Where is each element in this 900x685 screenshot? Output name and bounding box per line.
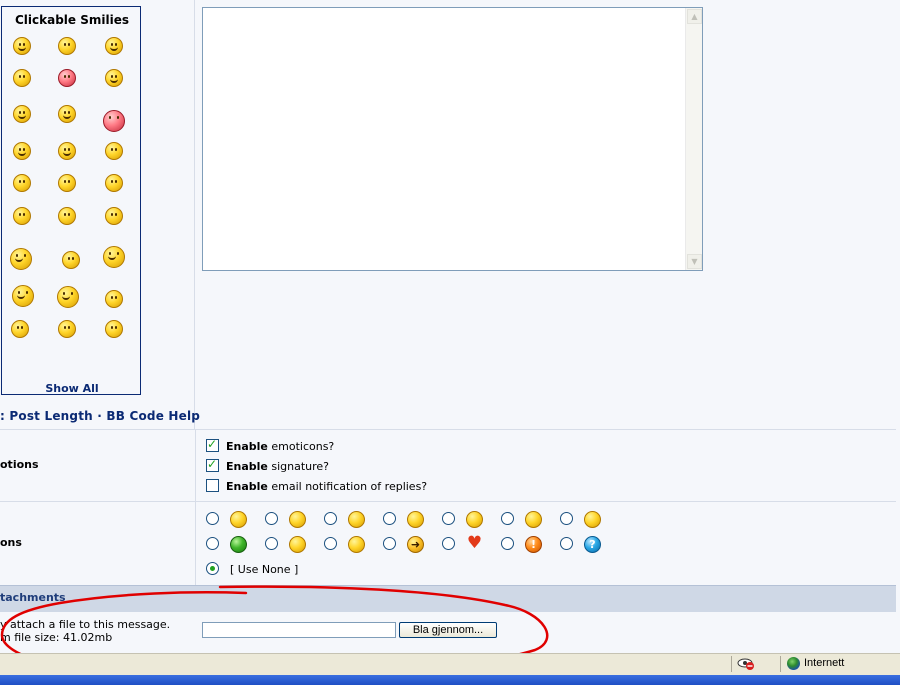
smiley-angel-icon[interactable]: [58, 207, 76, 225]
smiley-thinking-icon[interactable]: [105, 207, 123, 225]
smiley-tongue-icon[interactable]: [105, 37, 123, 55]
post-icon-radio[interactable]: [265, 512, 278, 525]
message-textarea[interactable]: ▲ ▼: [202, 7, 703, 271]
help-links[interactable]: : Post Length · BB Code Help: [0, 409, 200, 423]
smiley-smile-icon[interactable]: [13, 105, 31, 123]
enable-signature-label: Enable signature?: [226, 460, 330, 473]
smiley-cool-icon[interactable]: [13, 142, 31, 160]
smiley-mad-icon[interactable]: [13, 207, 31, 225]
smiley-happy-icon[interactable]: [58, 142, 76, 160]
smiley-worried-icon[interactable]: [13, 174, 31, 192]
smiley-shocked-icon[interactable]: [105, 174, 123, 192]
smiley-big-grin-icon[interactable]: [58, 105, 76, 123]
use-none-radio[interactable]: [206, 562, 219, 575]
smiley-love-icon[interactable]: [103, 110, 125, 132]
smiley-laugh-icon[interactable]: [12, 285, 34, 307]
cool-icon: [348, 536, 365, 553]
smiley-cheer-icon[interactable]: [103, 246, 125, 268]
enable-emoticons-checkbox[interactable]: [206, 437, 219, 452]
file-path-input[interactable]: [202, 622, 396, 638]
question-icon: ?: [584, 536, 601, 553]
smilies-title: Clickable Smilies: [14, 13, 129, 27]
post-icon-radio[interactable]: [560, 537, 573, 550]
security-zone-label: Internett: [804, 657, 845, 669]
wink-icon: [289, 511, 306, 528]
post-icon-radio[interactable]: [383, 537, 396, 550]
column-divider: [195, 430, 196, 585]
post-icon-radio[interactable]: [324, 512, 337, 525]
enable-emoticons-label: Enable emoticons?: [226, 440, 335, 453]
sick-icon: [230, 536, 247, 553]
scroll-down-arrow-icon[interactable]: ▼: [687, 254, 702, 269]
smiley-eek-icon[interactable]: [58, 174, 76, 192]
attachments-title: tachments: [0, 591, 66, 604]
smiley-surprised-icon[interactable]: [105, 320, 123, 338]
angry-icon: [584, 511, 601, 528]
smiley-silly-icon[interactable]: [57, 286, 79, 308]
smiley-sleepy-icon[interactable]: [105, 290, 123, 308]
internet-zone-globe-icon: [787, 657, 800, 670]
post-icons-label: ons: [0, 536, 22, 549]
surprised-icon: [466, 511, 483, 528]
warning-icon: !: [525, 536, 542, 553]
status-divider: [731, 656, 732, 672]
smiley-thumbs-up-icon[interactable]: [10, 248, 32, 270]
post-icon-radio[interactable]: [206, 537, 219, 550]
windows-taskbar: [0, 675, 900, 685]
smiley-unsure-icon[interactable]: [58, 320, 76, 338]
smilies-panel: Clickable Smilies Show All: [1, 6, 141, 395]
smile-icon: [230, 511, 247, 528]
privacy-eye-icon[interactable]: [737, 656, 755, 671]
smiley-wink-icon[interactable]: [105, 69, 123, 87]
options-label: otions: [0, 458, 39, 471]
enable-email-notification-label: Enable email notification of replies?: [226, 480, 428, 493]
smiley-confused-icon[interactable]: [105, 142, 123, 160]
post-icon-radio[interactable]: [442, 537, 455, 550]
smiley-grin-icon[interactable]: [13, 37, 31, 55]
sleepy-icon: [348, 511, 365, 528]
row-separator: [0, 501, 896, 502]
attach-note-line1: y attach a file to this message.: [0, 618, 171, 631]
attach-note-line2: m file size: 41.02mb: [0, 631, 113, 644]
enable-signature-checkbox[interactable]: [206, 457, 219, 472]
post-icon-radio[interactable]: [501, 537, 514, 550]
use-none-label: [ Use None ]: [230, 563, 299, 576]
post-icon-radio[interactable]: [383, 512, 396, 525]
smiley-blush-icon[interactable]: [58, 69, 76, 87]
scroll-up-arrow-icon[interactable]: ▲: [687, 9, 702, 24]
post-icon-radio[interactable]: [265, 537, 278, 550]
show-all-link[interactable]: Show All: [2, 382, 142, 395]
post-icon-radio[interactable]: [560, 512, 573, 525]
smiley-hmm-icon[interactable]: [11, 320, 29, 338]
arrow-right-icon: ➜: [407, 536, 424, 553]
browser-status-bar: [0, 653, 900, 675]
row-separator: [0, 429, 896, 430]
post-icon-radio[interactable]: [442, 512, 455, 525]
status-divider: [780, 656, 781, 672]
heart-icon: ♥: [466, 533, 483, 553]
smiley-roll-eyes-icon[interactable]: [13, 69, 31, 87]
browse-button[interactable]: Bla gjennom...: [399, 622, 497, 638]
attachments-header: [0, 585, 896, 612]
tongue-icon: [407, 511, 424, 528]
post-icon-radio[interactable]: [501, 512, 514, 525]
grin-icon: [525, 511, 542, 528]
smiley-neutral-icon[interactable]: [58, 37, 76, 55]
textarea-scrollbar[interactable]: ▲ ▼: [685, 8, 702, 270]
shocked-icon: [289, 536, 306, 553]
post-icon-radio[interactable]: [324, 537, 337, 550]
post-icon-radio[interactable]: [206, 512, 219, 525]
enable-email-notification-checkbox[interactable]: [206, 479, 219, 492]
smiley-clap-icon[interactable]: [62, 251, 80, 269]
